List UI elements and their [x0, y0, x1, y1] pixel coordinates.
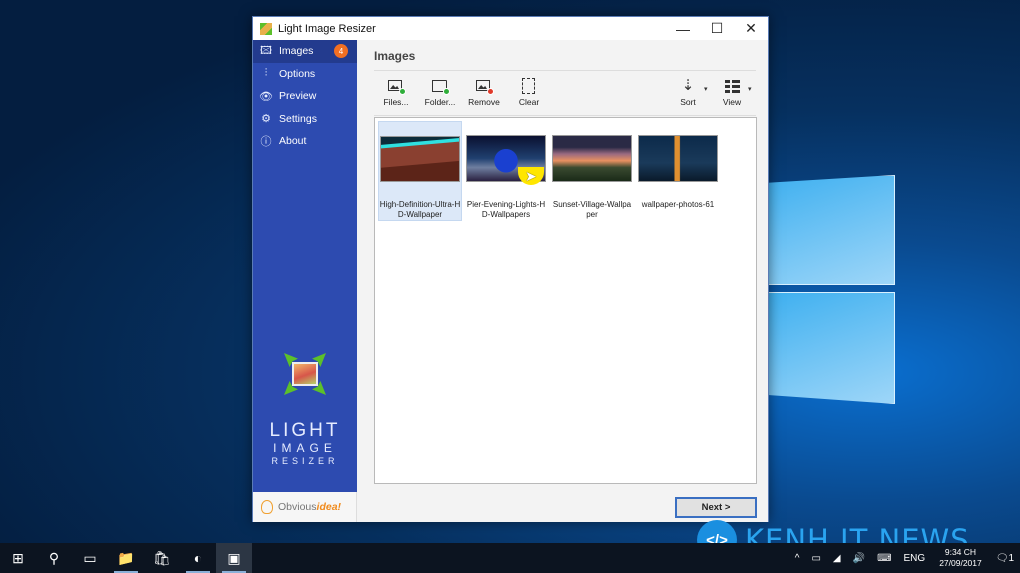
clock-date: 27/09/2017 — [939, 558, 982, 568]
app-logo-icon — [284, 353, 326, 395]
mouse-cursor-icon: ➤ — [525, 168, 537, 184]
image-name: wallpaper-photos-61 — [641, 200, 715, 209]
page-title: Images — [374, 49, 416, 63]
next-button[interactable]: Next > — [675, 497, 757, 518]
volume-icon[interactable]: 🔊 — [853, 553, 865, 564]
clock[interactable]: 9:34 CH 27/09/2017 — [939, 547, 982, 569]
notification-count: 1 — [1008, 552, 1014, 564]
add-folder-button[interactable]: Folder... — [418, 77, 462, 107]
sidebar-item-settings[interactable]: ⚙ Settings — [253, 108, 357, 131]
remove-label: Remove — [468, 97, 500, 107]
view-dropdown-caret[interactable]: ▾ — [748, 85, 752, 93]
add-folder-label: Folder... — [424, 97, 456, 107]
logo-text-resizer: RESIZER — [271, 456, 339, 466]
sort-icon: ⇣ — [681, 77, 695, 94]
app-icon — [260, 22, 272, 35]
main-panel: Images Files... Folder... Remove Clear ⇣… — [357, 40, 768, 522]
sliders-icon: ⫶ — [264, 67, 268, 80]
image-name: Pier-Evening-Lights-HD-Wallpapers — [466, 200, 546, 219]
add-image-icon — [386, 77, 406, 95]
sort-dropdown-caret[interactable]: ▾ — [704, 85, 708, 93]
toolbar: Files... Folder... Remove Clear ⇣ Sort ▾ — [374, 77, 756, 113]
maximize-button[interactable]: ☐ — [700, 17, 734, 40]
logo-text-image: IMAGE — [273, 441, 337, 455]
green-app-button[interactable]: ◐ — [180, 543, 216, 573]
search-button[interactable]: ⚲ — [36, 543, 72, 573]
clock-time: 9:34 CH — [944, 547, 977, 557]
task-view-button[interactable]: ▭ — [72, 543, 108, 573]
sidebar-item-options[interactable]: ⫶ Options — [253, 63, 357, 86]
sidebar-item-label: About — [279, 135, 307, 148]
info-icon: ⓘ — [260, 136, 272, 149]
sidebar: 🖾 Images 4 ⫶ Options 👁 Preview ⚙ Setting… — [253, 40, 357, 492]
add-files-label: Files... — [383, 97, 409, 107]
sort-label: Sort — [680, 97, 696, 107]
image-item[interactable]: High-Definition-Ultra-HD-Wallpaper — [378, 121, 462, 221]
image-item[interactable]: Sunset-Village-Wallpaper — [550, 121, 634, 221]
image-item[interactable]: wallpaper-photos-61 — [636, 121, 720, 221]
logo-text-light: LIGHT — [269, 420, 341, 441]
view-label: View — [722, 97, 742, 107]
title-bar: Light Image Resizer — ☐ ✕ — [253, 17, 768, 40]
divider — [374, 70, 756, 71]
image-name: Sunset-Village-Wallpaper — [552, 200, 632, 219]
obviousidea-brand-link[interactable]: Obvious idea! — [253, 492, 357, 522]
file-explorer-button[interactable]: 📁 — [108, 543, 144, 573]
keyboard-icon[interactable]: ⌨ — [877, 553, 891, 564]
system-tray: ^ ▭ ◢ 🔊 ⌨ ENG 9:34 CH 27/09/2017 🗨1 — [789, 543, 1020, 573]
logo-pane — [768, 292, 895, 404]
window-title: Light Image Resizer — [278, 22, 376, 35]
image-thumbnail — [638, 135, 718, 182]
sidebar-item-about[interactable]: ⓘ About — [253, 130, 357, 153]
view-icon — [722, 77, 742, 95]
add-files-button[interactable]: Files... — [374, 77, 418, 107]
sidebar-item-label: Images — [279, 45, 314, 58]
light-image-resizer-taskbar-button[interactable]: ▣ — [216, 543, 252, 573]
sidebar-item-label: Preview — [279, 90, 317, 103]
remove-image-icon — [474, 77, 494, 95]
start-button[interactable]: ⊞ — [0, 543, 36, 573]
clear-icon — [519, 77, 539, 95]
brand-text-accent: idea! — [316, 501, 342, 513]
images-icon: 🖾 — [260, 44, 272, 57]
sidebar-item-label: Options — [279, 67, 316, 80]
gear-icon: ⚙ — [261, 113, 271, 126]
store-button[interactable]: 🛍 — [144, 543, 180, 573]
image-list[interactable]: High-Definition-Ultra-HD-Wallpaper Pier-… — [374, 117, 757, 484]
desktop-windows-logo — [768, 140, 918, 470]
image-thumbnail — [380, 136, 460, 182]
taskbar: ⊞ ⚲ ▭ 📁 🛍 ◐ ▣ ^ ▭ ◢ 🔊 ⌨ ENG 9:34 CH 27/0… — [0, 543, 1020, 573]
logo-pane — [768, 175, 895, 285]
minimize-button[interactable]: — — [666, 17, 700, 40]
app-window: Light Image Resizer — ☐ ✕ 🖾 Images 4 ⫶ O… — [252, 16, 769, 522]
sidebar-item-label: Settings — [279, 112, 317, 125]
sidebar-item-preview[interactable]: 👁 Preview — [253, 85, 357, 108]
notifications-button[interactable]: 🗨1 — [996, 553, 1014, 564]
lightbulb-icon — [261, 500, 273, 514]
clear-label: Clear — [518, 97, 540, 107]
eye-icon: 👁 — [259, 90, 273, 103]
image-name: High-Definition-Ultra-HD-Wallpaper — [379, 200, 461, 219]
notification-icon: 🗨 — [995, 552, 1009, 564]
sidebar-item-images[interactable]: 🖾 Images 4 — [253, 40, 357, 63]
brand-text: Obvious — [278, 501, 317, 513]
show-hidden-icons-chevron[interactable]: ^ — [795, 553, 800, 564]
clear-button[interactable]: Clear — [507, 77, 551, 107]
language-indicator[interactable]: ENG — [904, 553, 926, 564]
battery-icon[interactable]: ▭ — [811, 553, 820, 564]
divider — [374, 115, 756, 116]
image-thumbnail — [552, 135, 632, 182]
close-button[interactable]: ✕ — [734, 17, 768, 40]
wifi-icon[interactable]: ◢ — [833, 553, 841, 564]
add-folder-icon — [430, 77, 450, 95]
image-count-badge: 4 — [334, 44, 348, 59]
remove-button[interactable]: Remove — [462, 77, 506, 107]
